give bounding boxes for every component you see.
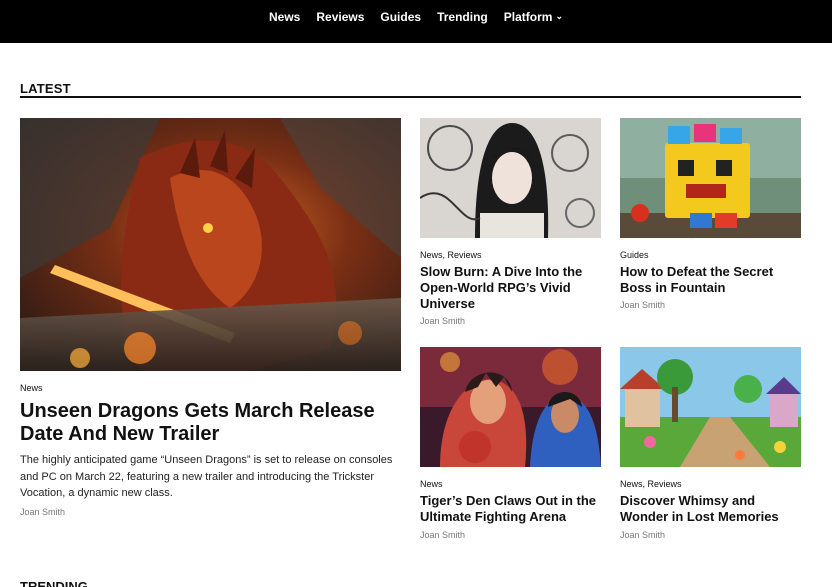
article-author[interactable]: Joan Smith (620, 300, 665, 310)
featured-article-category[interactable]: News (20, 383, 43, 393)
article-image-slow-burn[interactable] (420, 118, 601, 238)
latest-heading-label: LATEST (20, 81, 71, 96)
article-author[interactable]: Joan Smith (620, 530, 665, 540)
nav-item-news[interactable]: News (261, 10, 308, 24)
article-author[interactable]: Joan Smith (420, 530, 465, 540)
article-category[interactable]: News (420, 479, 443, 489)
article-image-tigers-den[interactable] (420, 347, 601, 467)
featured-article-image[interactable] (20, 118, 401, 371)
nav-item-reviews[interactable]: Reviews (308, 10, 372, 24)
dragon-illustration (20, 118, 401, 371)
article-category[interactable]: News, Reviews (620, 479, 682, 489)
featured-article-excerpt: The highly anticipated game “Unseen Drag… (20, 454, 393, 499)
anime-girl-illustration (420, 118, 601, 238)
trending-section-heading: TRENDING (20, 579, 88, 587)
nav-item-guides[interactable]: Guides (372, 10, 429, 24)
article-author[interactable]: Joan Smith (420, 316, 465, 326)
chevron-down-icon: ⌄ (555, 10, 563, 21)
article-category[interactable]: News, Reviews (420, 250, 482, 260)
article-image-secret-boss[interactable] (620, 118, 801, 238)
nav-item-platform[interactable]: Platform ⌄ (496, 10, 571, 24)
article-title[interactable]: Slow Burn: A Dive Into the Open-World RP… (420, 264, 600, 312)
village-illustration (620, 347, 801, 467)
block-character-illustration (620, 118, 801, 238)
nav-item-trending[interactable]: Trending (429, 10, 496, 24)
article-category[interactable]: Guides (620, 250, 649, 260)
article-title[interactable]: Discover Whimsy and Wonder in Lost Memor… (620, 493, 801, 525)
top-navigation-bar: News Reviews Guides Trending Platform ⌄ (0, 0, 832, 43)
article-image-lost-memories[interactable] (620, 347, 801, 467)
featured-article-title[interactable]: Unseen Dragons Gets March Release Date A… (20, 400, 390, 446)
featured-article-author[interactable]: Joan Smith (20, 507, 65, 517)
main-nav: News Reviews Guides Trending Platform ⌄ (0, 0, 832, 34)
nav-item-platform-label: Platform (503, 10, 553, 24)
article-title[interactable]: Tiger’s Den Claws Out in the Ultimate Fi… (420, 493, 601, 525)
article-title[interactable]: How to Defeat the Secret Boss in Fountai… (620, 264, 801, 296)
fighters-illustration (420, 347, 601, 467)
latest-section-heading: LATEST (20, 80, 801, 98)
